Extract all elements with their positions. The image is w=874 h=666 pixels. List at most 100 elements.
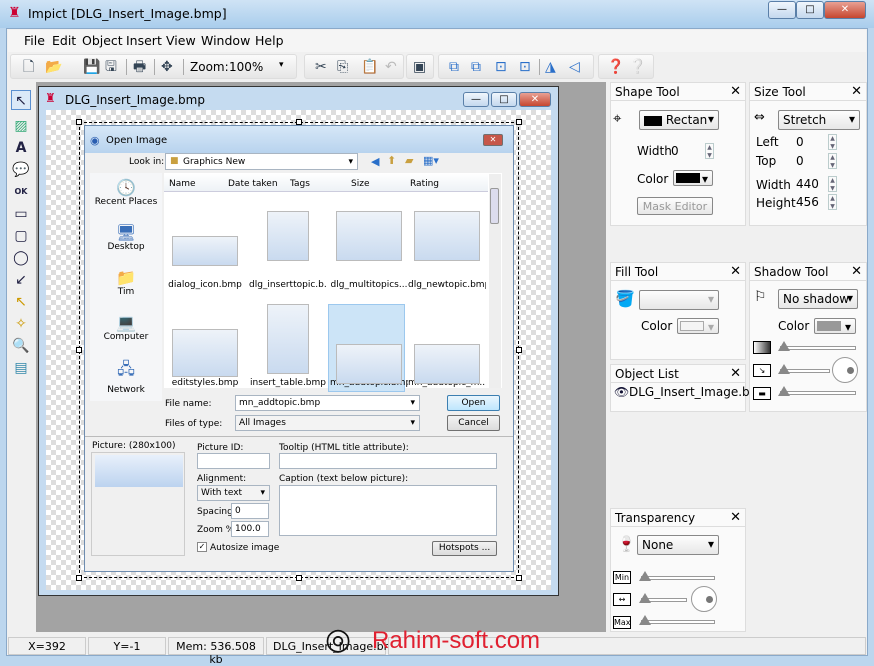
cut-icon[interactable]: ✂ bbox=[315, 59, 327, 75]
slider-thumb[interactable] bbox=[778, 364, 790, 374]
menu-window[interactable]: Window bbox=[201, 33, 250, 48]
shape-value: Rectan bbox=[665, 113, 708, 127]
paste-icon[interactable]: 📋 bbox=[361, 59, 378, 75]
menu-object[interactable]: Object bbox=[82, 33, 123, 48]
new-icon[interactable]: 🗋 bbox=[23, 59, 34, 75]
line-tool-icon[interactable]: ↙ bbox=[11, 270, 31, 290]
undo-icon[interactable]: ↶ bbox=[385, 59, 397, 75]
doc-minimize-button[interactable]: — bbox=[463, 92, 489, 107]
fill-select[interactable] bbox=[639, 290, 719, 310]
menu-insert[interactable]: Insert bbox=[126, 33, 162, 48]
height-input[interactable]: 456 bbox=[796, 195, 819, 209]
slider-thumb[interactable] bbox=[639, 615, 651, 625]
width-input[interactable]: 440 bbox=[796, 177, 819, 191]
slider-thumb[interactable] bbox=[639, 571, 651, 581]
move-up-icon[interactable]: ⊡ bbox=[495, 59, 507, 75]
doc-close-button[interactable]: ✕ bbox=[519, 92, 551, 107]
shape-color-picker[interactable] bbox=[673, 170, 713, 186]
size-mode-select[interactable]: Stretch bbox=[778, 110, 860, 130]
close-icon[interactable]: ✕ bbox=[730, 366, 741, 381]
eye-icon[interactable]: 👁 bbox=[614, 385, 629, 399]
ellipse-tool-icon[interactable]: ◯ bbox=[11, 248, 31, 268]
flip-vertical-icon[interactable]: ◁ bbox=[569, 59, 580, 75]
transparency-max-slider[interactable] bbox=[641, 620, 715, 624]
fill-color-picker[interactable] bbox=[677, 318, 719, 334]
resize-handle-s[interactable] bbox=[296, 575, 302, 581]
left-label: Left bbox=[756, 135, 779, 149]
fit-icon[interactable]: ✥ bbox=[161, 59, 173, 75]
transparency-mode-select[interactable]: None bbox=[637, 535, 719, 555]
resize-handle-se[interactable] bbox=[516, 575, 522, 581]
save-all-icon[interactable]: 🖫 bbox=[105, 59, 117, 75]
close-icon[interactable]: ✕ bbox=[730, 510, 741, 525]
copy-icon[interactable]: ⎘ bbox=[337, 59, 348, 75]
menu-file[interactable]: File bbox=[24, 33, 45, 48]
shadow-color-picker[interactable] bbox=[814, 318, 856, 334]
rectangle-tool-icon[interactable]: ▭ bbox=[11, 204, 31, 224]
transparency-knob[interactable] bbox=[691, 586, 717, 612]
close-icon[interactable]: ✕ bbox=[851, 264, 862, 279]
shadow-opacity-slider[interactable] bbox=[780, 346, 856, 350]
menu-edit[interactable]: Edit bbox=[52, 33, 76, 48]
top-spinner[interactable]: ▲ ▼ bbox=[828, 153, 837, 169]
zoom-tool-icon[interactable]: 🔍 bbox=[11, 336, 31, 356]
menu-view[interactable]: View bbox=[166, 33, 196, 48]
help-icon[interactable]: ❔ bbox=[629, 59, 646, 75]
close-icon[interactable]: ✕ bbox=[851, 84, 862, 99]
open-icon[interactable]: 📂 bbox=[45, 59, 62, 75]
slider-thumb[interactable] bbox=[639, 593, 651, 603]
close-button[interactable]: ✕ bbox=[824, 1, 866, 19]
chevron-down-icon[interactable]: ▾ bbox=[279, 60, 284, 70]
text-tool-icon[interactable]: A bbox=[11, 138, 31, 158]
bring-front-icon[interactable]: ⧉ bbox=[449, 59, 459, 75]
hotspot-tool-icon[interactable]: ↖ bbox=[11, 292, 31, 312]
resize-handle-w[interactable] bbox=[76, 347, 82, 353]
shape-select[interactable]: Rectan bbox=[639, 110, 719, 130]
close-icon[interactable]: ✕ bbox=[730, 264, 741, 279]
width-spinner[interactable]: ▲ ▼ bbox=[828, 176, 837, 192]
resize-handle-sw[interactable] bbox=[76, 575, 82, 581]
callout-tool-icon[interactable]: 💬 bbox=[11, 160, 31, 180]
width-spinner[interactable]: ▲ ▼ bbox=[705, 143, 714, 159]
object-list-title: Object List bbox=[615, 367, 679, 381]
rounded-rect-tool-icon[interactable]: ▢ bbox=[11, 226, 31, 246]
shadow-mode-select[interactable]: No shadow bbox=[778, 289, 858, 309]
slider-thumb[interactable] bbox=[778, 386, 790, 396]
send-back-icon[interactable]: ⧉ bbox=[471, 59, 481, 75]
flip-horizontal-icon[interactable]: ◮ bbox=[545, 59, 556, 75]
doc-maximize-button[interactable]: □ bbox=[491, 92, 517, 107]
minimize-button[interactable]: — bbox=[768, 1, 796, 19]
shapes-icon: ⌖ bbox=[613, 109, 622, 127]
maximize-button[interactable]: □ bbox=[796, 1, 824, 19]
save-icon[interactable]: 💾 bbox=[83, 59, 100, 75]
resize-handle-e[interactable] bbox=[516, 347, 522, 353]
pointer-tool-icon[interactable]: ↖ bbox=[11, 90, 31, 110]
opacity-icon bbox=[753, 341, 771, 354]
top-input[interactable]: 0 bbox=[796, 154, 804, 168]
size-tool-title: Size Tool bbox=[754, 85, 806, 99]
left-input[interactable]: 0 bbox=[796, 135, 804, 149]
context-help-icon[interactable]: ❓ bbox=[607, 59, 624, 75]
image-tool-icon[interactable]: ▨ bbox=[11, 116, 31, 136]
highlight-tool-icon[interactable]: ✧ bbox=[11, 314, 31, 334]
print-icon[interactable]: 🖶 bbox=[133, 59, 146, 75]
transparency-min-slider[interactable] bbox=[641, 576, 715, 580]
selection-rectangle[interactable] bbox=[76, 119, 522, 581]
width-input[interactable]: 0 bbox=[671, 144, 679, 158]
move-down-icon[interactable]: ⊡ bbox=[519, 59, 531, 75]
button-tool-icon[interactable]: OK bbox=[11, 182, 31, 202]
left-spinner[interactable]: ▲ ▼ bbox=[828, 134, 837, 150]
resize-handle-ne[interactable] bbox=[516, 119, 522, 125]
resize-handle-n[interactable] bbox=[296, 119, 302, 125]
close-icon[interactable]: ✕ bbox=[730, 84, 741, 99]
crop-tool-icon[interactable]: ▤ bbox=[11, 358, 31, 378]
object-list-item[interactable]: DLG_Insert_Image.bmp bbox=[629, 385, 769, 399]
resize-handle-nw[interactable] bbox=[76, 119, 82, 125]
shadow-direction-knob[interactable] bbox=[832, 357, 858, 383]
capture-icon[interactable]: ▣ bbox=[413, 59, 426, 75]
height-spinner[interactable]: ▲ ▼ bbox=[828, 194, 837, 210]
mask-editor-button[interactable]: Mask Editor bbox=[637, 197, 713, 215]
shadow-blur-slider[interactable] bbox=[780, 391, 856, 395]
menu-help[interactable]: Help bbox=[255, 33, 284, 48]
slider-thumb[interactable] bbox=[778, 341, 790, 351]
